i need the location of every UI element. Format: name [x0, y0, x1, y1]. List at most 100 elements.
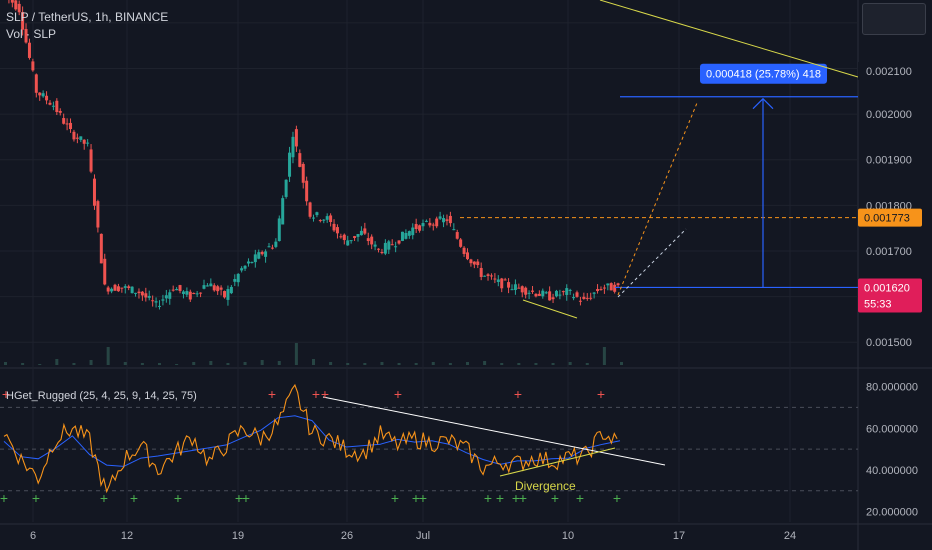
- candle-body: [575, 292, 579, 297]
- buy-marker: +: [242, 490, 250, 506]
- buy-marker: +: [0, 490, 8, 506]
- candle-body: [507, 282, 511, 288]
- candle-body: [270, 247, 274, 249]
- candle-body: [181, 291, 185, 294]
- candle-body: [363, 228, 367, 234]
- candle-body: [205, 285, 209, 287]
- candle-body: [27, 42, 31, 58]
- candle-body: [483, 275, 487, 277]
- candle-body: [199, 292, 203, 294]
- candle-body: [171, 289, 175, 291]
- sell-marker: +: [394, 386, 402, 402]
- candle-body: [243, 265, 247, 269]
- candle-body: [407, 231, 411, 236]
- candle-body: [349, 240, 353, 242]
- volume-bar: [585, 363, 589, 365]
- buy-marker: +: [484, 490, 492, 506]
- candle-body: [466, 252, 469, 260]
- candle-body: [51, 105, 55, 107]
- volume-bar: [209, 361, 213, 365]
- candle-body: [113, 284, 117, 291]
- candle-body: [58, 110, 62, 113]
- volume-bar: [602, 347, 606, 365]
- candle-body: [151, 300, 155, 302]
- candle-body: [236, 273, 240, 283]
- time-tick-label: 19: [232, 530, 244, 542]
- sell-marker: +: [268, 386, 276, 402]
- candle-body: [264, 251, 268, 257]
- candle-body: [424, 220, 428, 222]
- candle-body: [301, 163, 305, 183]
- volume-bar: [448, 363, 452, 365]
- volume-bar: [620, 362, 623, 365]
- candle-body: [315, 212, 319, 216]
- volume-bar: [140, 363, 144, 365]
- candle-body: [130, 286, 134, 294]
- symbol-title: SLP / TetherUS, 1h, BINANCE: [6, 10, 169, 24]
- time-tick-label: 6: [30, 530, 36, 542]
- candle-body: [356, 234, 360, 237]
- candle-body: [438, 216, 442, 219]
- buy-marker: +: [551, 490, 559, 506]
- volume-bar: [466, 362, 469, 365]
- candle-body: [428, 222, 432, 226]
- candle-body: [110, 288, 114, 292]
- buy-marker: +: [419, 490, 427, 506]
- candle-body: [82, 139, 86, 144]
- candle-body: [69, 122, 73, 130]
- candle-body: [589, 297, 593, 299]
- candle-body: [89, 149, 93, 172]
- volume-bar: [500, 363, 504, 365]
- chart-settings-box[interactable]: [862, 3, 926, 35]
- volume-bar: [346, 363, 350, 365]
- candle-body: [294, 129, 298, 147]
- candle-body: [318, 220, 322, 222]
- candle-body: [400, 231, 404, 241]
- buy-marker: +: [100, 490, 108, 506]
- candle-body: [339, 236, 343, 238]
- candle-body: [489, 275, 493, 277]
- candle-body: [520, 286, 524, 293]
- candle-body: [585, 297, 589, 299]
- candle-body: [14, 0, 18, 10]
- candle-body: [188, 291, 192, 300]
- volume-bar: [89, 360, 93, 365]
- candle-body: [274, 241, 278, 247]
- candle-body: [284, 179, 288, 197]
- price-tick-label: 0.001900: [866, 155, 912, 167]
- last-price-badge: 0.001620: [864, 282, 910, 294]
- candle-body: [493, 278, 497, 280]
- volume-bar: [4, 362, 7, 365]
- candle-body: [79, 136, 83, 140]
- volume-bar: [312, 359, 315, 365]
- candle-body: [178, 285, 182, 291]
- oscillator-tick-label: 80.000000: [866, 382, 918, 394]
- candle-body: [229, 286, 233, 294]
- candle-body: [322, 219, 326, 221]
- volume-bar: [329, 362, 333, 365]
- candle-body: [561, 291, 565, 293]
- candle-body: [140, 291, 144, 296]
- candle-body: [370, 236, 374, 245]
- candle-body: [120, 287, 124, 289]
- volume-bar: [192, 362, 196, 365]
- candle-body: [10, 0, 14, 3]
- candle-body: [404, 233, 408, 239]
- candle-body: [86, 142, 90, 144]
- candle-body: [609, 283, 613, 291]
- candle-body: [411, 227, 415, 236]
- sell-marker: +: [321, 386, 329, 402]
- candle-body: [531, 290, 535, 292]
- candle-body: [421, 223, 425, 227]
- candle-body: [267, 246, 271, 248]
- candle-body: [62, 118, 66, 124]
- candle-body: [527, 292, 531, 294]
- candle-body: [137, 291, 141, 294]
- candle-body: [308, 202, 312, 217]
- candle-body: [250, 262, 254, 264]
- candle-body: [602, 287, 606, 289]
- volume-bar: [431, 362, 435, 365]
- trading-chart[interactable]: 0.0015000.0016000.0017000.0018000.001900…: [0, 0, 932, 550]
- candle-body: [476, 261, 480, 266]
- candle-body: [397, 240, 401, 244]
